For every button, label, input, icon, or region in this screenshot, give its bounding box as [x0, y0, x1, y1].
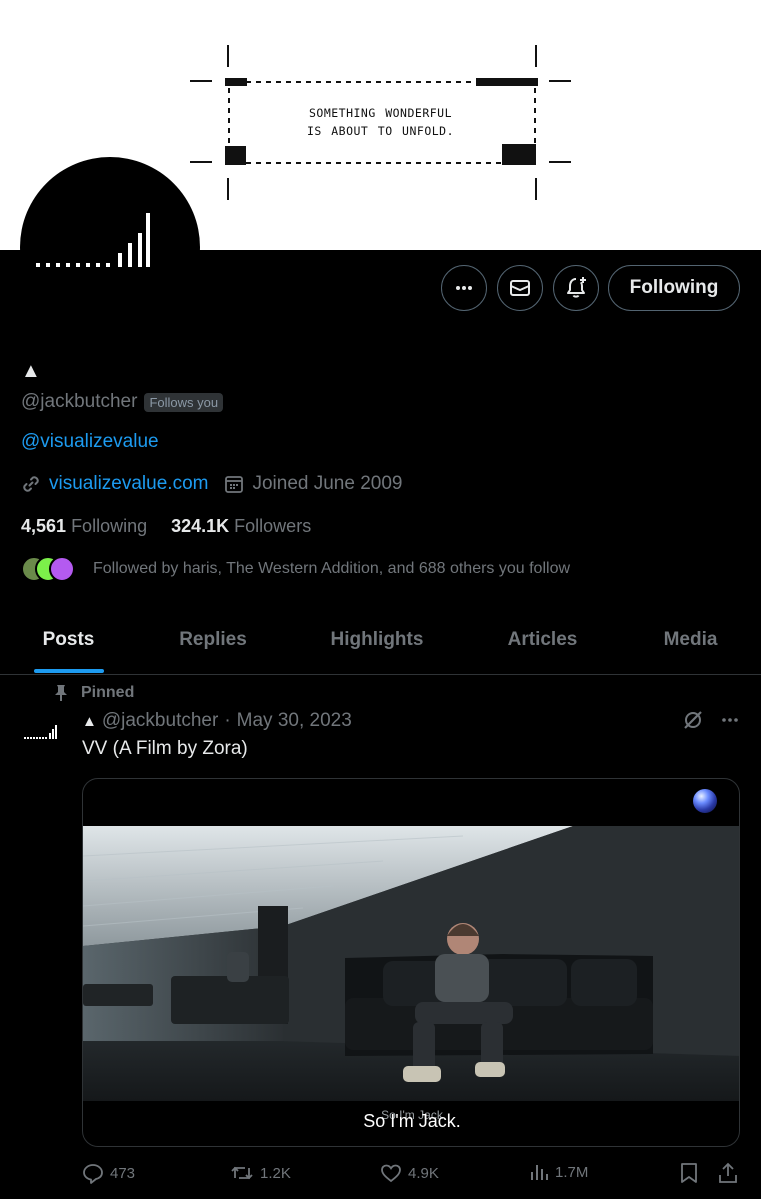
website-link[interactable]: visualizevalue.com [49, 473, 208, 495]
video-thumbnail [83, 826, 739, 1101]
tab-articles[interactable]: Articles [465, 605, 620, 675]
followers-label: Followers [234, 516, 312, 536]
post-author-handle[interactable]: @jackbutcher [102, 710, 218, 732]
signal-bars-logo [36, 213, 150, 267]
analytics-icon [531, 1165, 548, 1180]
reply-button[interactable]: 473 [82, 1162, 135, 1184]
heart-icon [381, 1164, 401, 1183]
envelope-icon [510, 280, 530, 296]
repost-icon [231, 1166, 253, 1180]
joined-date: Joined June 2009 [252, 473, 403, 494]
followers-count: 324.1K [171, 516, 230, 536]
display-name: ▲ [21, 360, 41, 382]
signal-bars-logo [24, 725, 57, 739]
like-button[interactable]: 4.9K [380, 1162, 439, 1184]
bell-plus-icon [567, 277, 586, 298]
repost-button[interactable]: 1.2K [230, 1162, 291, 1184]
tab-media-label: Media [663, 629, 718, 650]
tab-posts[interactable]: Posts [0, 605, 137, 675]
following-stat-link[interactable]: 4,561 Following [21, 516, 147, 537]
like-count: 4.9K [408, 1164, 439, 1182]
tab-posts-label: Posts [42, 629, 95, 650]
notify-button[interactable] [553, 265, 599, 311]
banner-text-line-2: IS ABOUT TO UNFOLD. [306, 124, 455, 138]
tab-articles-label: Articles [507, 629, 578, 650]
header-separator: · [224, 710, 231, 731]
following-count: 4,561 [21, 516, 67, 536]
video-media-card[interactable]: So I'm Jack So I'm Jack. [82, 778, 740, 1147]
profile-avatar[interactable] [20, 157, 200, 337]
calendar-icon [225, 476, 244, 493]
link-icon [23, 476, 39, 492]
profile-tabs: Posts Replies Highlights Articles Media [0, 605, 761, 675]
reply-icon [83, 1164, 103, 1184]
following-label: Following [71, 516, 148, 536]
view-count: 1.7M [555, 1163, 589, 1181]
post-author-mark[interactable]: ▲ [82, 713, 97, 730]
post-text: VV (A Film by Zora) [82, 738, 248, 759]
follower-avatar [49, 556, 75, 582]
share-icon [719, 1162, 737, 1183]
more-options-button[interactable] [441, 265, 487, 311]
bio-mention-link[interactable]: @visualizevalue [21, 431, 159, 453]
tab-highlights-label: Highlights [330, 629, 424, 650]
pin-icon [55, 685, 67, 701]
grok-icon[interactable] [682, 709, 704, 731]
post-date[interactable]: May 30, 2023 [237, 710, 352, 732]
tab-highlights[interactable]: Highlights [289, 605, 465, 675]
post-header: ▲ @jackbutcher · May 30, 2023 [82, 710, 352, 732]
banner-text-line-1: SOMETHING WONDERFUL [308, 106, 453, 120]
share-button[interactable] [717, 1162, 739, 1184]
post-action-bar: 473 1.2K 4.9K 1.7M [82, 1162, 742, 1190]
video-caption: So I'm Jack. [363, 1111, 461, 1131]
following-button[interactable]: Following [608, 265, 740, 311]
more-horizontal-icon [456, 286, 472, 290]
tab-replies-label: Replies [179, 629, 247, 650]
video-player[interactable] [83, 826, 739, 1101]
pinned-indicator: Pinned [53, 684, 134, 702]
repost-count: 1.2K [260, 1164, 291, 1182]
tab-replies[interactable]: Replies [137, 605, 289, 675]
zora-orb-icon [693, 789, 717, 813]
active-tab-indicator [33, 669, 104, 673]
bookmark-button[interactable] [679, 1162, 699, 1184]
tab-media[interactable]: Media [620, 605, 761, 675]
follows-you-badge: Follows you [144, 392, 224, 412]
followed-by-text: Followed by haris, The Western Addition,… [93, 560, 571, 577]
more-horizontal-icon[interactable] [720, 710, 740, 730]
reply-count: 473 [110, 1164, 136, 1182]
followed-by-link[interactable]: Followed by haris, The Western Addition,… [21, 556, 570, 582]
profile-handle: @jackbutcher [21, 391, 138, 412]
post-author-avatar[interactable] [20, 716, 64, 746]
message-button[interactable] [497, 265, 543, 311]
followers-stat-link[interactable]: 324.1K Followers [171, 516, 311, 537]
bookmark-icon [681, 1163, 697, 1183]
pinned-label: Pinned [81, 684, 135, 701]
views-button[interactable]: 1.7M [529, 1162, 588, 1182]
